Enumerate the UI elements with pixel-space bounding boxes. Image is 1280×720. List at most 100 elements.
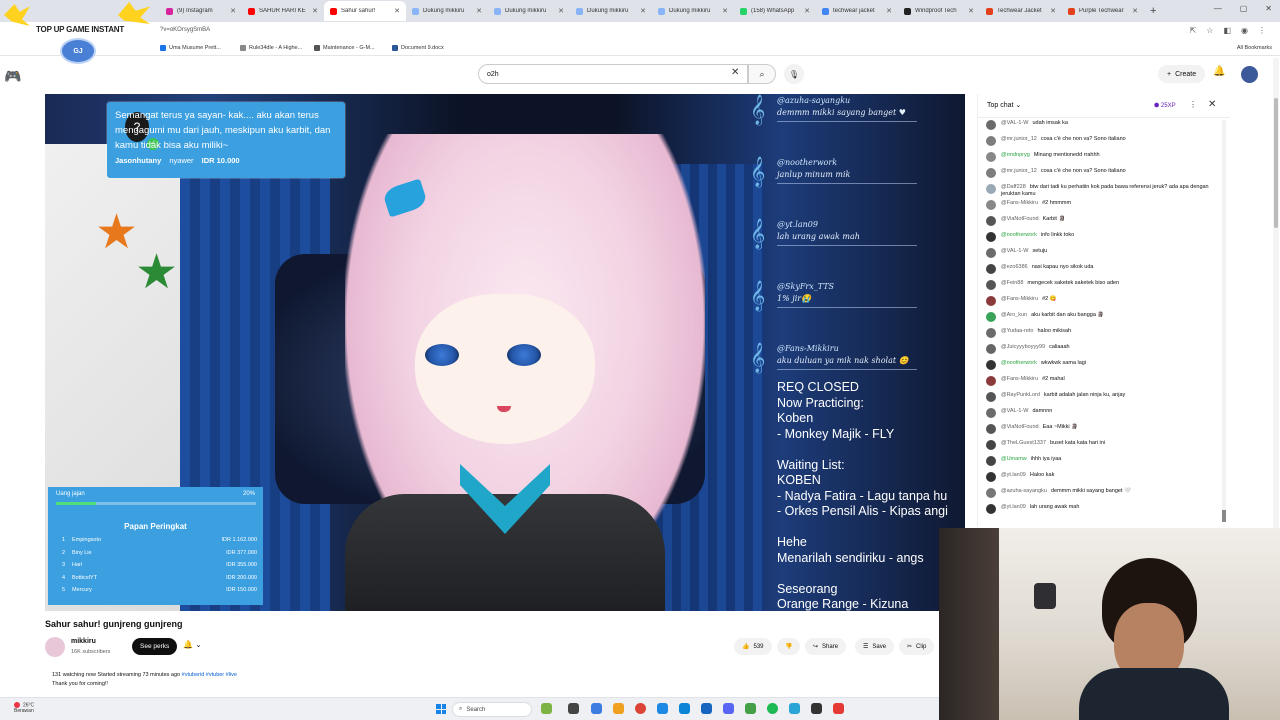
taskbar-app-icon[interactable] <box>541 703 552 714</box>
chat-message[interactable]: @Fans-Mikkiru #2 😋 <box>986 296 1222 306</box>
bookmark-item[interactable]: Rule34dle - A Highe... <box>240 45 302 51</box>
browser-tab[interactable]: Dukung mikkiru ✕ <box>406 1 488 21</box>
chat-username[interactable]: @Fans-Mikkiru <box>1001 296 1038 302</box>
chat-avatar[interactable] <box>986 344 996 354</box>
chat-avatar[interactable] <box>986 360 996 370</box>
chat-message[interactable]: @nootherwork info linkk toko <box>986 232 1222 242</box>
chat-message[interactable]: @VAL-1-W setuju <box>986 248 1222 258</box>
chat-message[interactable]: @TheLGuest1337 buset kata kata hari ini <box>986 440 1222 450</box>
chat-avatar[interactable] <box>986 408 996 418</box>
chat-message[interactable]: @RayPunkLord karbit adalah jalan ninja ku… <box>986 392 1222 402</box>
browser-tab[interactable]: techwear jacket ✕ <box>816 1 898 21</box>
chat-username[interactable]: @ViaNotFound <box>1001 424 1039 430</box>
chat-username[interactable]: @RayPunkLord <box>1001 392 1040 398</box>
menu-kebab-icon[interactable]: ⋮ <box>1258 26 1266 35</box>
chat-avatar[interactable] <box>986 264 996 274</box>
chat-scrollbar[interactable] <box>1222 120 1226 522</box>
close-tab-icon[interactable]: ✕ <box>476 7 482 15</box>
dislike-button[interactable]: 👎 <box>777 638 801 655</box>
chat-message[interactable]: @ezo6386 nasi kapau nyo sikok uda <box>986 264 1222 274</box>
chat-message[interactable]: @Aro_kun aku karbit dan aku bangga 🗿 <box>986 312 1222 322</box>
close-tab-icon[interactable]: ✕ <box>640 7 646 15</box>
chat-message[interactable]: @yt.lan09 lah urang awak mah <box>986 504 1222 514</box>
close-tab-icon[interactable]: ✕ <box>722 7 728 15</box>
chat-avatar[interactable] <box>986 440 996 450</box>
browser-tab[interactable]: Dukung mikkiru ✕ <box>570 1 652 21</box>
subscription-bell-icon[interactable]: 🔔 ⌄ <box>183 640 202 649</box>
browser-tab[interactable]: Windproof Tech ✕ <box>898 1 980 21</box>
url-field[interactable]: ?v=oKOrsygSmBA <box>160 27 210 33</box>
taskbar-app-icon[interactable] <box>811 703 822 714</box>
taskbar-search[interactable]: ⌕ Search <box>452 702 532 717</box>
taskbar-app-icon[interactable] <box>657 703 668 714</box>
chat-username[interactable]: @Umamw <box>1001 456 1027 462</box>
chat-username[interactable]: @mr.junior_12 <box>1001 168 1037 174</box>
discord-taskbar-icon[interactable] <box>723 703 734 714</box>
save-button[interactable]: ☰ Save <box>855 638 895 655</box>
hashtags[interactable]: #vtuberid #vtuber #live <box>182 672 237 678</box>
maximize-icon[interactable]: ▢ <box>1240 4 1248 13</box>
chat-username[interactable]: @Fein88 <box>1001 280 1023 286</box>
chat-avatar[interactable] <box>986 456 996 466</box>
chat-username[interactable]: @yt.lan09 <box>1001 504 1026 510</box>
taskbar-app-icon[interactable] <box>789 703 800 714</box>
cast-icon[interactable]: ⇱ <box>1190 26 1197 35</box>
close-tab-icon[interactable]: ✕ <box>230 7 236 15</box>
browser-tab[interactable]: Techwear Jacket ✕ <box>980 1 1062 21</box>
chat-message[interactable]: @mr.junior_12 cosa c'è che non va? Sono i… <box>986 168 1222 178</box>
top-chat-dropdown[interactable]: Top chat ⌄ <box>987 101 1021 109</box>
all-bookmarks-link[interactable]: All Bookmarks <box>1237 45 1272 51</box>
chat-username[interactable]: @VAL-1-W <box>1001 248 1028 254</box>
page-scroll-thumb[interactable] <box>1274 98 1278 228</box>
chat-avatar[interactable] <box>986 504 996 514</box>
create-button[interactable]: + Create <box>1158 65 1206 83</box>
chat-message[interactable]: @ViaNotFound Karbit 🗿 <box>986 216 1222 226</box>
chat-message[interactable]: @Fein88 mengecek saketek saketek biso ade… <box>986 280 1222 290</box>
like-button[interactable]: 👍 539 <box>734 638 772 655</box>
chat-message[interactable]: @rmdnpryg Minang mentionedd rrahhh <box>986 152 1222 162</box>
taskbar-app-icon[interactable] <box>745 703 756 714</box>
chat-avatar[interactable] <box>986 424 996 434</box>
spotify-taskbar-icon[interactable] <box>767 703 778 714</box>
chat-avatar[interactable] <box>986 488 996 498</box>
taskbar-app-icon[interactable] <box>833 703 844 714</box>
chat-username[interactable]: @rmdnpryg <box>1001 152 1030 158</box>
chat-username[interactable]: @Juicyyyboyyy99 <box>1001 344 1045 350</box>
taskbar-app-icon[interactable] <box>679 703 690 714</box>
close-tab-icon[interactable]: ✕ <box>804 7 810 15</box>
chat-message[interactable]: @nootherwork wkwkwk sama lagi <box>986 360 1222 370</box>
chat-message[interactable]: @azuha-sayangku demmm mikki sayang banget… <box>986 488 1222 498</box>
chat-avatar[interactable] <box>986 152 996 162</box>
close-tab-icon[interactable]: ✕ <box>968 7 974 15</box>
close-tab-icon[interactable]: ✕ <box>1132 7 1138 15</box>
chat-message[interactable]: @VAL-1-W udah imsak ka <box>986 120 1222 130</box>
clip-button[interactable]: ✂ Clip <box>899 638 935 655</box>
chat-avatar[interactable] <box>986 184 996 194</box>
extensions-icon[interactable]: ◧ <box>1223 26 1231 35</box>
chat-avatar[interactable] <box>986 296 996 306</box>
chat-avatar[interactable] <box>986 312 996 322</box>
chat-username[interactable]: @yt.lan09 <box>1001 472 1026 478</box>
minimize-icon[interactable]: — <box>1214 4 1222 13</box>
chat-avatar[interactable] <box>986 216 996 226</box>
bookmark-item[interactable]: Document 9.docx <box>392 45 444 51</box>
see-perks-button[interactable]: See perks <box>132 638 178 655</box>
chat-message[interactable]: @VAL-1-W damnnn <box>986 408 1222 418</box>
chat-avatar[interactable] <box>986 232 996 242</box>
close-tab-icon[interactable]: ✕ <box>558 7 564 15</box>
chat-avatar[interactable] <box>986 376 996 386</box>
chrome-icon[interactable]: ◉ <box>1241 26 1248 35</box>
share-button[interactable]: ↪ Share <box>805 638 847 655</box>
browser-tab[interactable]: (158) WhatsApp ✕ <box>734 1 816 21</box>
search-button[interactable]: ⌕ <box>748 64 776 84</box>
channel-avatar[interactable] <box>45 637 65 657</box>
close-chat-icon[interactable]: ✕ <box>1208 99 1216 110</box>
browser-tab[interactable]: (9) Instagram ✕ <box>160 1 242 21</box>
browser-tab[interactable]: Purple Techwear ✕ <box>1062 1 1144 21</box>
chat-username[interactable]: @ViaNotFound <box>1001 216 1039 222</box>
weather-widget[interactable]: 26°C Berawan <box>14 702 34 714</box>
chat-username[interactable]: @ezo6386 <box>1001 264 1028 270</box>
video-player[interactable]: ★ ★ ? ✓ Semangat terus ya sayan- kak....… <box>45 94 965 611</box>
chat-message[interactable]: @Umamw ihhh iya iyaa <box>986 456 1222 466</box>
chat-avatar[interactable] <box>986 280 996 290</box>
